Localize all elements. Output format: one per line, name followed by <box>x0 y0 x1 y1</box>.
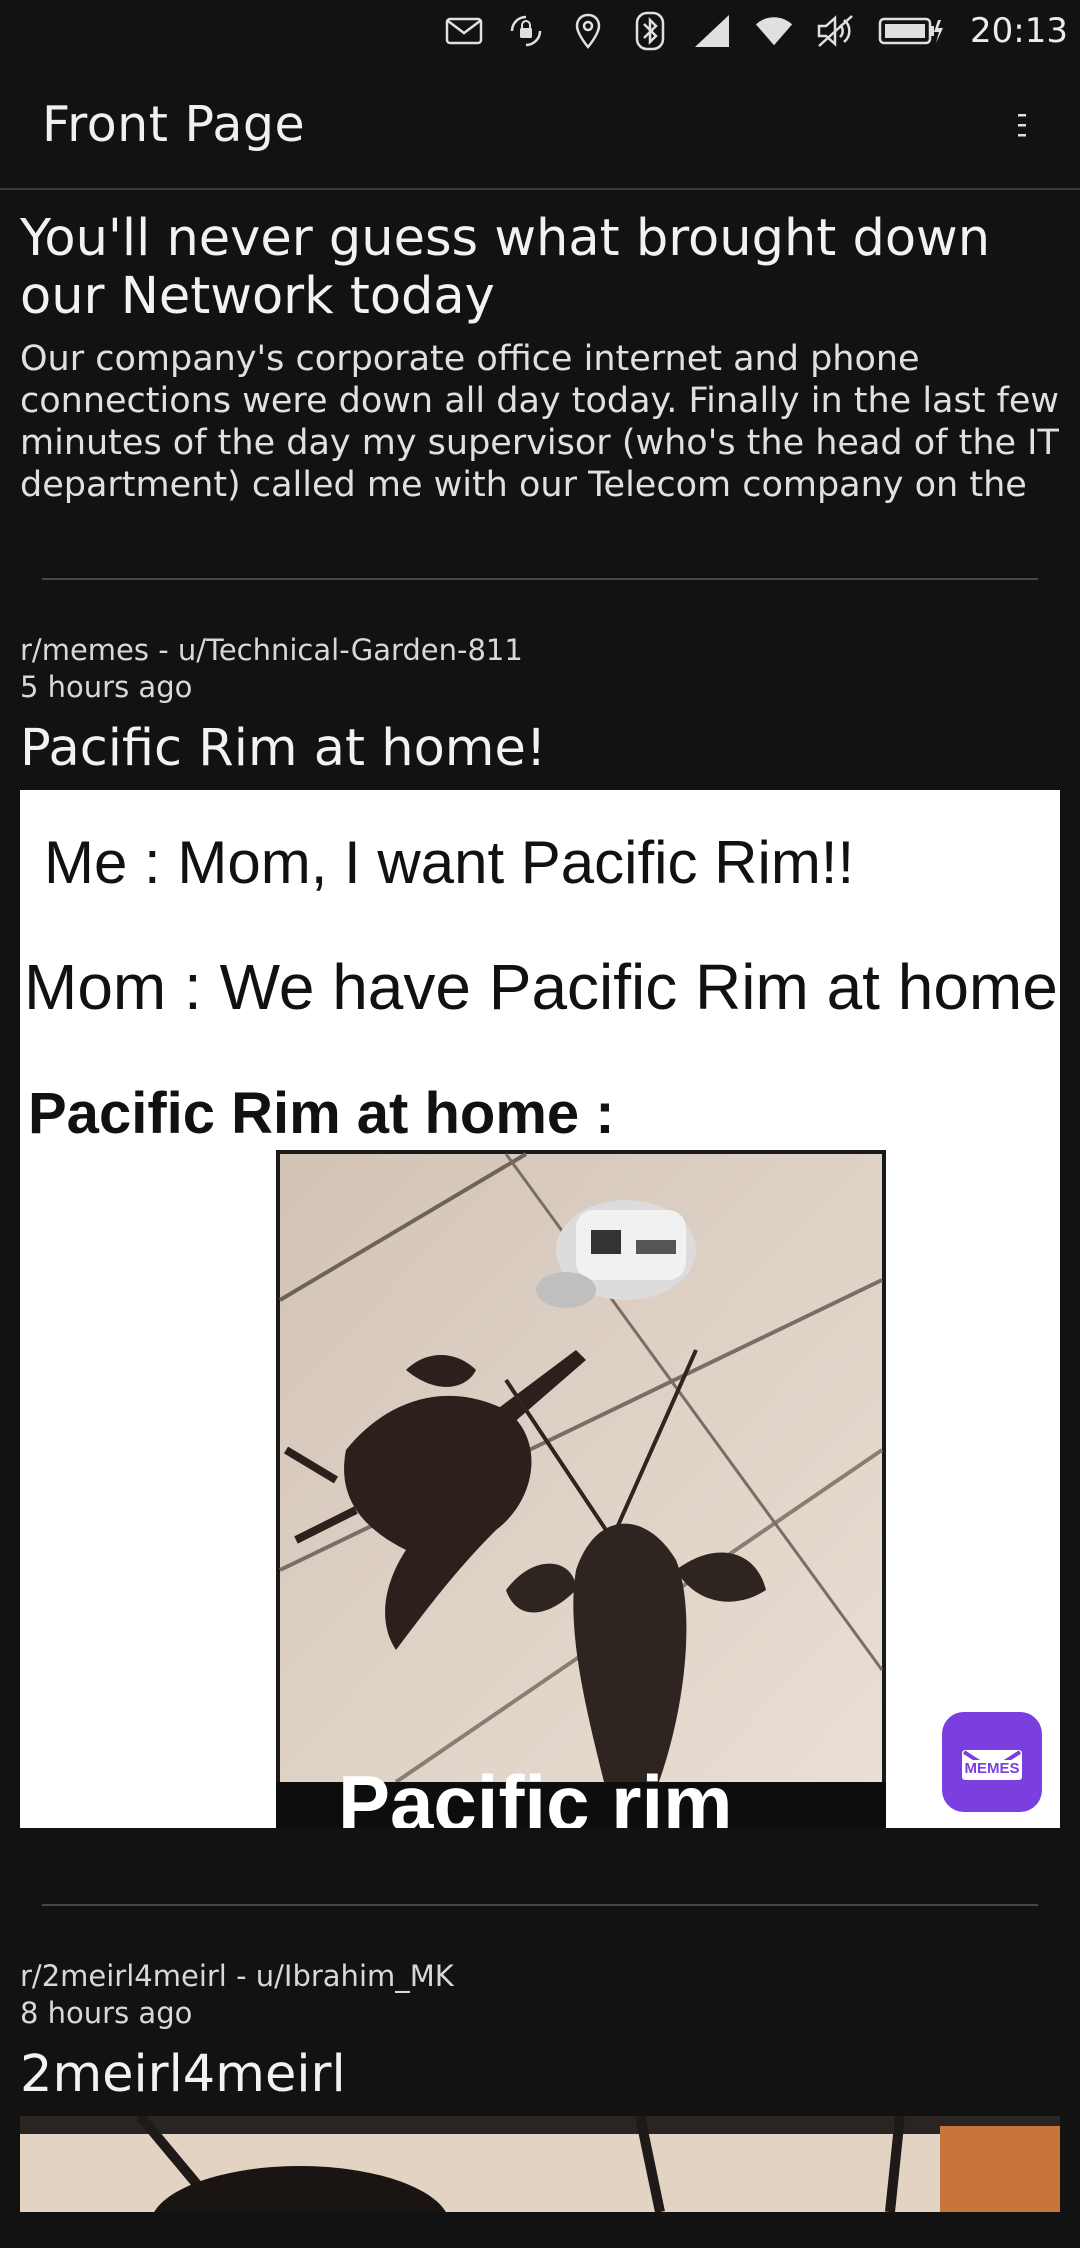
meme-photo: Pacific rim <box>276 1150 886 1828</box>
wifi-icon <box>754 11 794 51</box>
post-title[interactable]: Pacific Rim at home! <box>20 720 1060 778</box>
bluetooth-icon <box>630 11 670 51</box>
post-card[interactable]: You'll never guess what brought down our… <box>0 190 1080 506</box>
overflow-menu-icon[interactable] <box>1004 108 1040 144</box>
post-subreddit-author[interactable]: r/2meirl4meirl - u/Ibrahim_MK <box>20 1958 1060 1995</box>
cellular-signal-icon <box>692 11 732 51</box>
post-body: Our company's corporate office internet … <box>20 339 1060 505</box>
status-bar: 20:13 <box>0 0 1080 62</box>
post-card[interactable]: r/memes - u/Technical-Garden-811 5 hours… <box>0 580 1080 1828</box>
meme-text-line: Mom : We have Pacific Rim at home! <box>24 951 1060 1023</box>
volume-muted-icon <box>816 11 856 51</box>
post-title[interactable]: 2meirl4meirl <box>20 2046 1060 2104</box>
location-icon <box>568 11 608 51</box>
post-subreddit-author[interactable]: r/memes - u/Technical-Garden-811 <box>20 632 1060 669</box>
meme-text-line: Me : Mom, I want Pacific Rim!! <box>44 829 855 896</box>
app-header: Front Page <box>0 62 1080 190</box>
post-timestamp: 8 hours ago <box>20 1996 193 2030</box>
post-timestamp: 5 hours ago <box>20 670 193 704</box>
meme-caption: Pacific rim <box>338 1759 733 1828</box>
post-feed: You'll never guess what brought down our… <box>0 190 1080 2212</box>
post-image[interactable] <box>20 2116 1060 2212</box>
status-time: 20:13 <box>970 11 1068 51</box>
page-title: Front Page <box>42 96 306 153</box>
memes-app-badge: MEMES <box>942 1712 1042 1812</box>
post-card[interactable]: r/2meirl4meirl - u/Ibrahim_MK 8 hours ag… <box>0 1906 1080 2212</box>
post-title[interactable]: You'll never guess what brought down our… <box>20 210 1060 326</box>
mail-icon <box>444 11 484 51</box>
screen-rotation-lock-icon <box>506 11 546 51</box>
battery-charging-icon <box>878 11 944 51</box>
meme-text-line: Pacific Rim at home : <box>28 1081 615 1146</box>
post-image[interactable]: Me : Mom, I want Pacific Rim!! Mom : We … <box>20 790 1060 1828</box>
memes-badge-label: MEMES <box>962 1759 1022 1777</box>
